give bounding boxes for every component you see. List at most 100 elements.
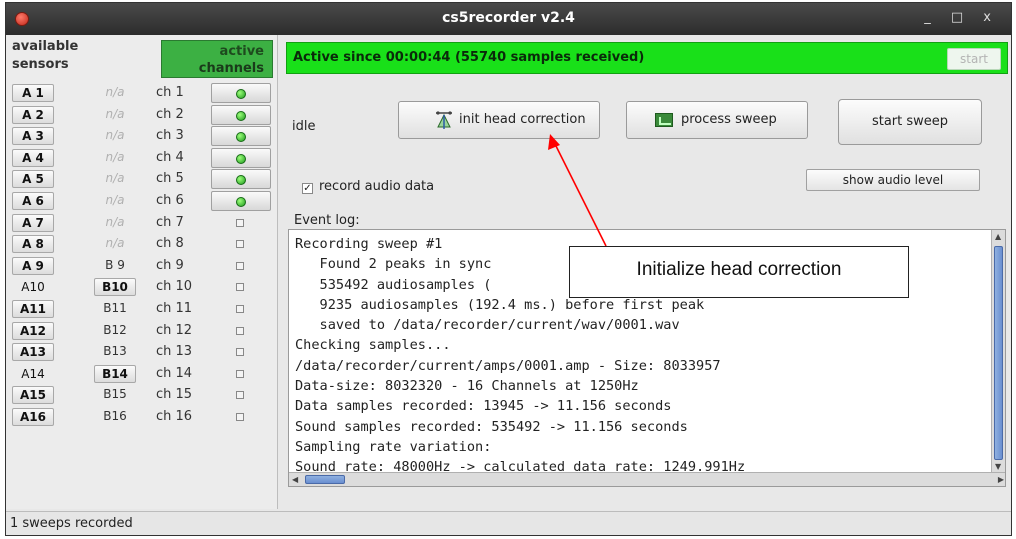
sensor-a-button[interactable]: A13 [12, 343, 54, 362]
sensor-a-button[interactable]: A 3 [12, 127, 54, 146]
title-bar: cs5recorder v2.4 _ □ x [6, 3, 1011, 35]
sensor-a-button[interactable]: A 1 [12, 84, 54, 102]
event-log-horizontal-scrollbar[interactable]: ◀ ▶ [289, 472, 1005, 486]
sensor-a-button[interactable]: A 2 [12, 105, 54, 124]
sensor-a-button[interactable]: A 7 [12, 213, 54, 232]
channel-label: ch 12 [156, 322, 193, 338]
active-header-line1: active [219, 44, 264, 59]
channel-inactive-box-icon [236, 391, 244, 400]
channel-label: ch 8 [156, 236, 184, 252]
channel-toggle[interactable] [211, 407, 271, 427]
channel-inactive-box-icon [236, 348, 244, 357]
annotation-callout: Initialize head correction [569, 246, 909, 298]
channel-toggle[interactable] [211, 169, 271, 190]
active-channels-header: active channels [161, 40, 273, 78]
sensor-row: A10 B10 ch 10 [6, 277, 278, 297]
sensor-a-button[interactable]: A 5 [12, 170, 54, 189]
init-head-correction-label: init head correction [459, 112, 586, 127]
process-sweep-button[interactable]: process sweep [626, 101, 808, 139]
status-bar: 1 sweeps recorded [6, 511, 1011, 535]
annotation-arrow-line [553, 141, 607, 247]
sensor-row: A 2 n/a ch 2 [6, 104, 278, 125]
sensor-row: A 9 B 9 ch 9 [6, 256, 278, 276]
sensor-a-button[interactable]: A14 [12, 365, 54, 383]
show-audio-level-button[interactable]: show audio level [806, 169, 980, 191]
sensor-row: A14 B14 ch 14 [6, 364, 278, 384]
window-controls[interactable]: _ □ x [924, 10, 999, 25]
channel-toggle[interactable] [211, 126, 271, 147]
sensor-a-button[interactable]: A 4 [12, 148, 54, 167]
channel-label: ch 4 [156, 149, 184, 165]
scroll-right-arrow-icon[interactable]: ▶ [998, 475, 1004, 484]
sensor-a-button[interactable]: A 8 [12, 235, 54, 254]
sensor-b-label: B 9 [105, 257, 125, 272]
available-header-line1: available [12, 39, 79, 54]
sensor-row: A 4 n/a ch 4 [6, 147, 278, 168]
sensor-row: A12 B12 ch 12 [6, 321, 278, 341]
recording-status-bar: Active since 00:00:44 (55740 samples rec… [286, 42, 1008, 74]
sensor-row: A 7 n/a ch 7 [6, 213, 278, 233]
channel-toggle[interactable] [211, 147, 271, 168]
sensor-b-label[interactable]: B10 [94, 278, 136, 297]
vertical-scroll-thumb[interactable] [994, 246, 1003, 460]
sensor-b-label[interactable]: B14 [94, 364, 136, 383]
channel-toggle[interactable] [211, 364, 271, 384]
channel-label: ch 2 [156, 106, 184, 122]
log-line: Checking samples... [295, 337, 451, 354]
start-button[interactable]: start [947, 48, 1001, 70]
process-sweep-icon [655, 113, 673, 127]
sensor-b-label: B13 [103, 344, 127, 359]
channel-toggle[interactable] [211, 213, 271, 233]
sensor-row: A 3 n/a ch 3 [6, 126, 278, 147]
window-title: cs5recorder v2.4 [442, 10, 575, 26]
annotation-arrow-head [548, 134, 560, 150]
log-line: /data/recorder/current/amps/0001.amp - S… [295, 357, 721, 374]
sensor-a-button[interactable]: A16 [12, 408, 54, 426]
channel-inactive-box-icon [236, 283, 244, 292]
channel-inactive-box-icon [236, 218, 244, 227]
sensor-a-button[interactable]: A10 [12, 278, 54, 296]
channel-toggle[interactable] [211, 321, 271, 341]
channel-label: ch 14 [156, 365, 193, 381]
channel-toggle[interactable] [211, 277, 271, 297]
head-correction-icon [436, 111, 452, 129]
sensor-a-button[interactable]: A 6 [12, 192, 54, 210]
channel-label: ch 9 [156, 257, 184, 273]
channel-toggle[interactable] [211, 234, 271, 254]
channel-toggle[interactable] [211, 104, 271, 125]
channel-toggle[interactable] [211, 342, 271, 362]
sensor-a-button[interactable]: A11 [12, 300, 54, 318]
log-line: Data samples recorded: 13945 -> 11.156 s… [295, 398, 672, 415]
channel-toggle[interactable] [211, 83, 271, 103]
event-log-vertical-scrollbar[interactable]: ▲ ▼ [991, 230, 1005, 474]
sensor-row: A15 B15 ch 15 [6, 385, 278, 405]
channel-inactive-box-icon [236, 413, 244, 421]
sensor-b-label: B11 [103, 301, 127, 315]
channel-toggle[interactable] [211, 191, 271, 211]
sensor-a-button[interactable]: A 9 [12, 256, 54, 275]
annotation-text: Initialize head correction [636, 259, 842, 280]
channel-label: ch 10 [156, 279, 193, 295]
horizontal-scroll-thumb[interactable] [305, 475, 345, 484]
channel-inactive-box-icon [236, 326, 244, 335]
channel-toggle[interactable] [211, 256, 271, 276]
record-audio-checkbox[interactable]: ✓ record audio data [302, 179, 434, 194]
sensor-row: A 1 n/a ch 1 [6, 83, 278, 103]
channel-toggle[interactable] [211, 385, 271, 405]
checkbox-check-icon[interactable]: ✓ [302, 183, 313, 194]
sensor-row: A13 B13 ch 13 [6, 342, 278, 362]
channel-active-led-icon [236, 153, 246, 164]
scroll-down-arrow-icon[interactable]: ▼ [995, 462, 1001, 471]
start-sweep-button[interactable]: start sweep [838, 99, 982, 145]
channel-toggle[interactable] [211, 299, 271, 319]
log-line: Sampling rate variation: [295, 438, 492, 455]
sensor-b-label: n/a [105, 85, 125, 99]
sensor-row: A16 B16 ch 16 [6, 407, 278, 427]
sensor-a-button[interactable]: A15 [12, 386, 54, 405]
sensor-a-button[interactable]: A12 [12, 321, 54, 340]
sensor-b-label: n/a [105, 106, 125, 121]
scroll-left-arrow-icon[interactable]: ◀ [292, 475, 298, 484]
channel-inactive-box-icon [236, 369, 244, 378]
channel-label: ch 13 [156, 344, 193, 360]
scroll-up-arrow-icon[interactable]: ▲ [995, 232, 1001, 241]
